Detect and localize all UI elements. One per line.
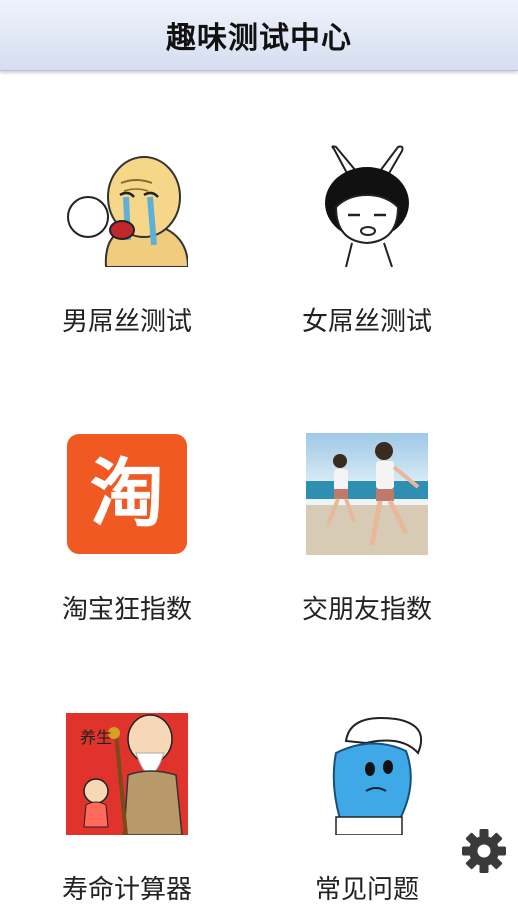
bunny-ears-girl-icon	[306, 145, 428, 267]
longevity-god-icon: 养生	[66, 713, 188, 835]
test-item-label: 交朋友指数	[301, 595, 432, 625]
blue-smurf-icon	[306, 713, 428, 835]
test-item-label: 淘宝狂指数	[61, 595, 192, 625]
crying-bald-man-icon	[66, 145, 188, 267]
test-item-taobao[interactable]: 淘 淘宝狂指数	[17, 433, 237, 653]
app-screen: 趣味测试中心 男屌丝测试 女屌丝测试 淘 淘宝狂指数 交朋友指数 养生 寿命计算…	[0, 0, 518, 920]
longevity-badge: 养生	[80, 728, 112, 747]
page-title: 趣味测试中心	[166, 21, 352, 56]
test-item-female[interactable]: 女屌丝测试	[257, 145, 477, 365]
test-item-longevity[interactable]: 养生 寿命计算器	[17, 713, 237, 920]
faq-item[interactable]: 常见问题	[257, 713, 477, 920]
gear-icon[interactable]	[461, 828, 507, 874]
taobao-icon: 淘	[66, 433, 188, 555]
test-item-friends[interactable]: 交朋友指数	[257, 433, 477, 653]
taobao-glyph: 淘	[90, 451, 164, 537]
test-item-label: 女屌丝测试	[301, 307, 432, 337]
test-item-label: 男屌丝测试	[61, 307, 192, 337]
faq-label: 常见问题	[314, 875, 419, 905]
test-item-label: 寿命计算器	[61, 875, 192, 905]
title-bar: 趣味测试中心	[0, 0, 518, 71]
kids-running-beach-photo	[306, 433, 428, 555]
test-item-male[interactable]: 男屌丝测试	[17, 145, 237, 365]
